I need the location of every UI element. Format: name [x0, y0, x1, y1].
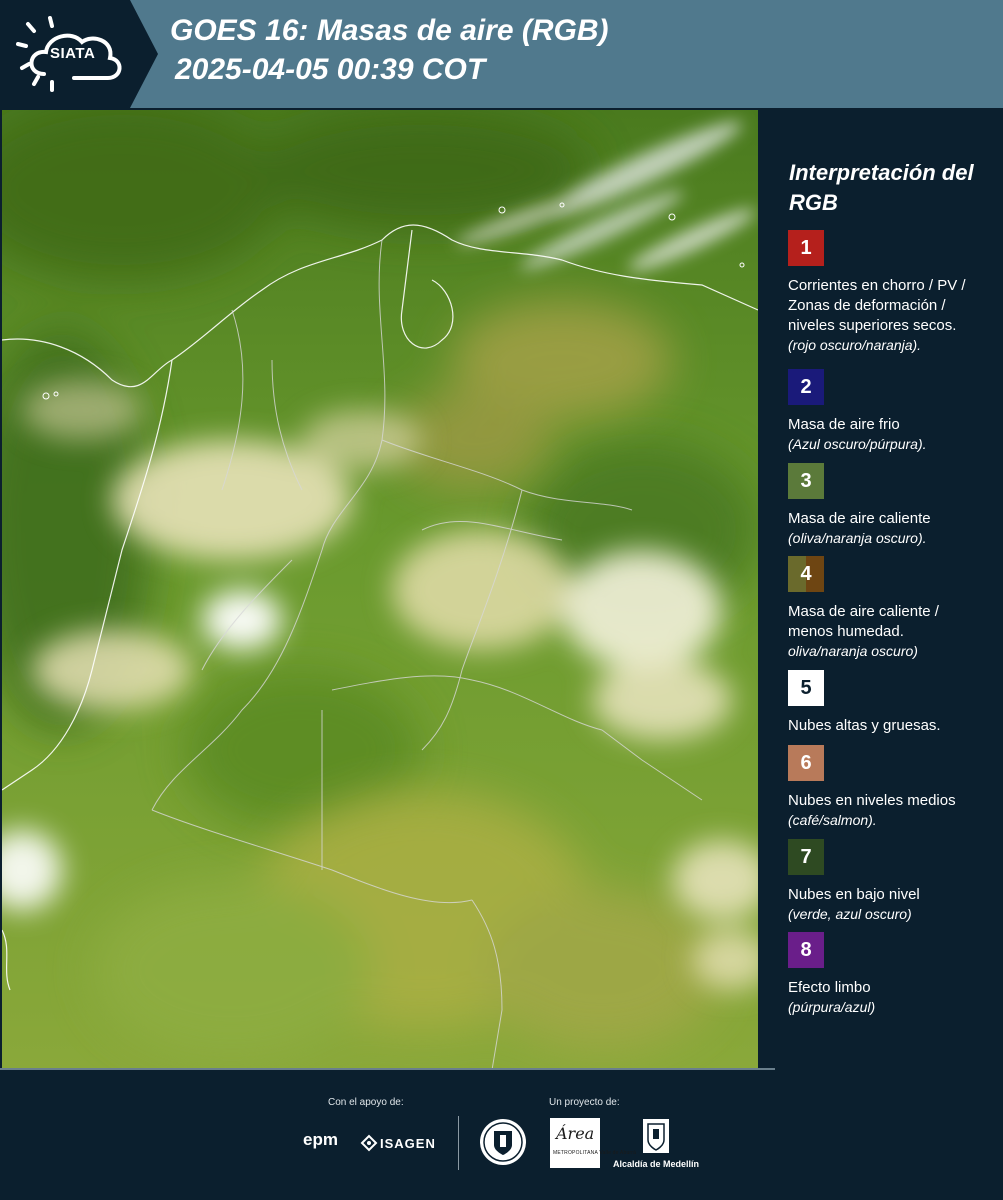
legend-label-1: Corrientes en chorro / PV / Zonas de def… — [788, 277, 966, 334]
legend-label-4: Masa de aire caliente / menos humedad. — [788, 603, 939, 640]
legend-text-8: Efecto limbo (púrpura/azul) — [788, 978, 988, 1017]
rgb-air-mass-map — [2, 110, 758, 1070]
legend-swatch-5: 5 — [788, 670, 824, 706]
legend-item-1: 1 Corrientes en chorro / PV / Zonas de d… — [788, 230, 988, 355]
legend-label-5: Nubes altas y gruesas. — [788, 717, 941, 734]
legend-label-2: Masa de aire frio — [788, 416, 900, 433]
isagen-icon — [360, 1134, 378, 1152]
alcaldia-shield-icon — [643, 1119, 669, 1153]
legend-sub-4: oliva/naranja oscuro) — [788, 643, 918, 659]
legend-label-3: Masa de aire caliente — [788, 510, 931, 527]
legend-panel: Interpretación del RGB 1 Corrientes en c… — [762, 110, 1003, 1070]
legend-swatch-7: 7 — [788, 839, 824, 875]
legend-number-8: 8 — [800, 939, 812, 961]
legend-title: Interpretación del RGB — [789, 160, 974, 215]
legend-sub-6: (café/salmon). — [788, 812, 877, 828]
legend-number-7: 7 — [800, 846, 812, 868]
area-logo-text: Área — [556, 1124, 595, 1143]
legend-text-6: Nubes en niveles medios (café/salmon). — [788, 791, 988, 830]
legend-sub-1: (rojo oscuro/naranja). — [788, 337, 922, 353]
legend-swatch-6: 6 — [788, 745, 824, 781]
legend-text-4: Masa de aire caliente / menos humedad. ol… — [788, 602, 988, 661]
legend-item-7: 7 Nubes en bajo nivel (verde, azul oscuro… — [788, 839, 988, 924]
header-chevron — [124, 0, 158, 108]
footer-divider — [458, 1116, 459, 1170]
legend-item-8: 8 Efecto limbo (púrpura/azul) — [788, 932, 988, 1017]
page-timestamp: 2025-04-05 00:39 COT — [175, 53, 486, 86]
area-logo-subtext: METROPOLITANA Valle de Aburrá — [553, 1150, 637, 1156]
legend-item-2: 2 Masa de aire frio (Azul oscuro/púrpura)… — [788, 369, 988, 454]
siata-logo: SIATA — [0, 0, 130, 108]
header-bar: SIATA GOES 16: Masas de aire (RGB) 2025-… — [0, 0, 1003, 108]
legend-label-7: Nubes en bajo nivel — [788, 886, 920, 903]
legend-number-3: 3 — [800, 470, 812, 492]
legend-label-8: Efecto limbo — [788, 979, 871, 996]
legend-label-6: Nubes en niveles medios — [788, 792, 956, 809]
legend-swatch-3: 3 — [788, 463, 824, 499]
legend-swatch-1: 1 — [788, 230, 824, 266]
isagen-logo: ISAGEN — [380, 1136, 436, 1151]
legend-number-4: 4 — [800, 563, 812, 585]
legend-swatch-2: 2 — [788, 369, 824, 405]
legend-sub-8: (púrpura/azul) — [788, 999, 876, 1015]
legend-item-6: 6 Nubes en niveles medios (café/salmon). — [788, 745, 988, 830]
page-title: GOES 16: Masas de aire (RGB) — [170, 14, 609, 47]
legend-text-3: Masa de aire caliente (oliva/naranja oscu… — [788, 509, 988, 548]
legend-item-3: 3 Masa de aire caliente (oliva/naranja os… — [788, 463, 988, 548]
legend-sub-2: (Azul oscuro/púrpura). — [788, 436, 927, 452]
legend-sub-3: (oliva/naranja oscuro). — [788, 530, 927, 546]
legend-number-6: 6 — [800, 752, 812, 774]
alcaldia-logo-text: Alcaldía de Medellín — [613, 1159, 700, 1169]
logo-text: SIATA — [50, 45, 96, 62]
legend-swatch-8: 8 — [788, 932, 824, 968]
legend-item-5: 5 Nubes altas y gruesas. — [788, 670, 988, 736]
legend-number-5: 5 — [800, 677, 812, 699]
legend-number-2: 2 — [800, 376, 812, 398]
satellite-image — [2, 110, 758, 1070]
legend-text-7: Nubes en bajo nivel (verde, azul oscuro) — [788, 885, 988, 924]
legend-swatch-4: 4 — [788, 556, 824, 592]
legend-item-4: 4 Masa de aire caliente / menos humedad.… — [788, 556, 988, 661]
project-label: Un proyecto de: — [549, 1097, 620, 1108]
legend-text-5: Nubes altas y gruesas. — [788, 716, 988, 736]
legend-sub-7: (verde, azul oscuro) — [788, 906, 912, 922]
legend-text-2: Masa de aire frio (Azul oscuro/púrpura). — [788, 415, 988, 454]
epm-logo: epm — [303, 1130, 338, 1149]
footer-bar: Con el apoyo de: Un proyecto de: epm ISA… — [0, 1070, 1003, 1200]
legend-number-1: 1 — [800, 237, 812, 259]
legend-text-1: Corrientes en chorro / PV / Zonas de def… — [788, 276, 988, 355]
university-seal-icon — [480, 1119, 526, 1165]
support-label: Con el apoyo de: — [328, 1097, 404, 1108]
